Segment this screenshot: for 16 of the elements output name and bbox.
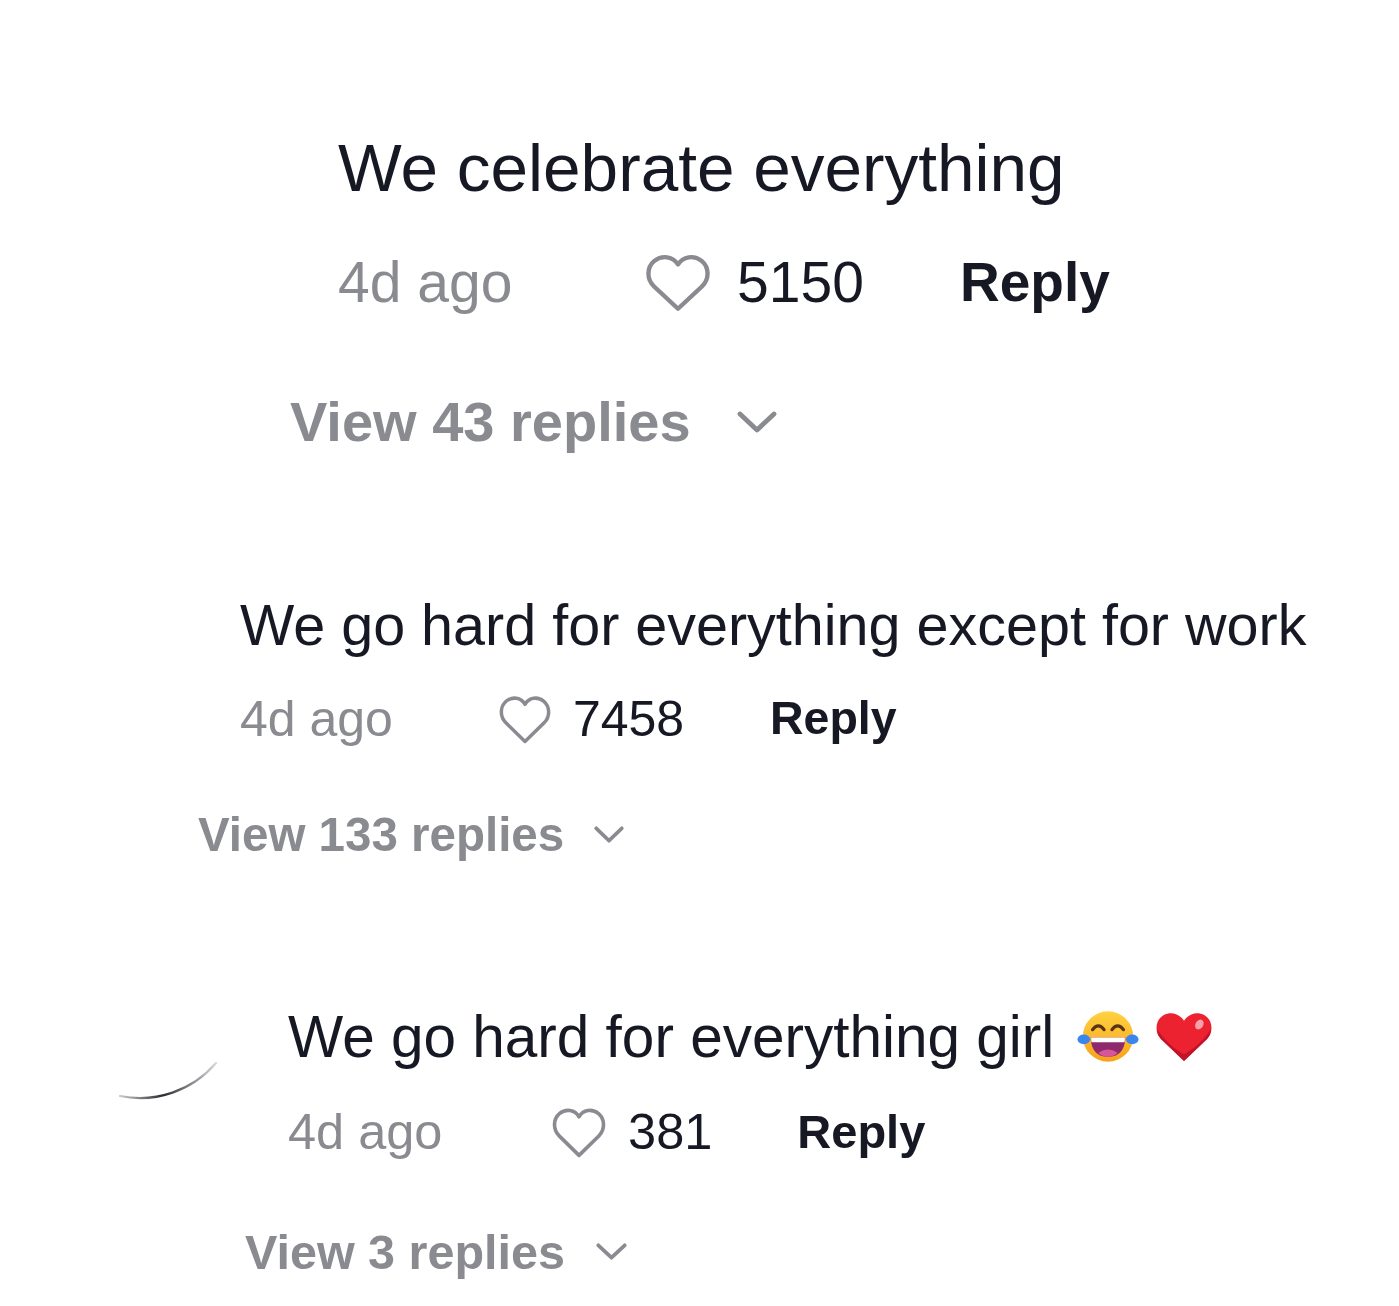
comment-text: We go hard for everything except for work (240, 591, 1307, 659)
laughing-emoji-icon (1077, 1009, 1140, 1065)
like-count: 7458 (572, 689, 685, 749)
reply-button[interactable]: Reply (960, 249, 1110, 316)
like-count: 381 (628, 1102, 713, 1163)
timestamp: 4d ago (338, 249, 513, 317)
timestamp: 4d ago (288, 1102, 443, 1163)
chevron-down-icon (595, 1243, 627, 1261)
comment-text: We celebrate everything (338, 129, 1065, 208)
comment-text: We go hard for everything girl (288, 1002, 1055, 1071)
reply-button[interactable]: Reply (797, 1104, 926, 1161)
reply-button[interactable]: Reply (769, 690, 897, 747)
chevron-down-icon (736, 410, 777, 433)
timestamp: 4d ago (240, 689, 393, 749)
like-count: 5150 (737, 249, 864, 317)
chevron-down-icon (594, 825, 625, 843)
